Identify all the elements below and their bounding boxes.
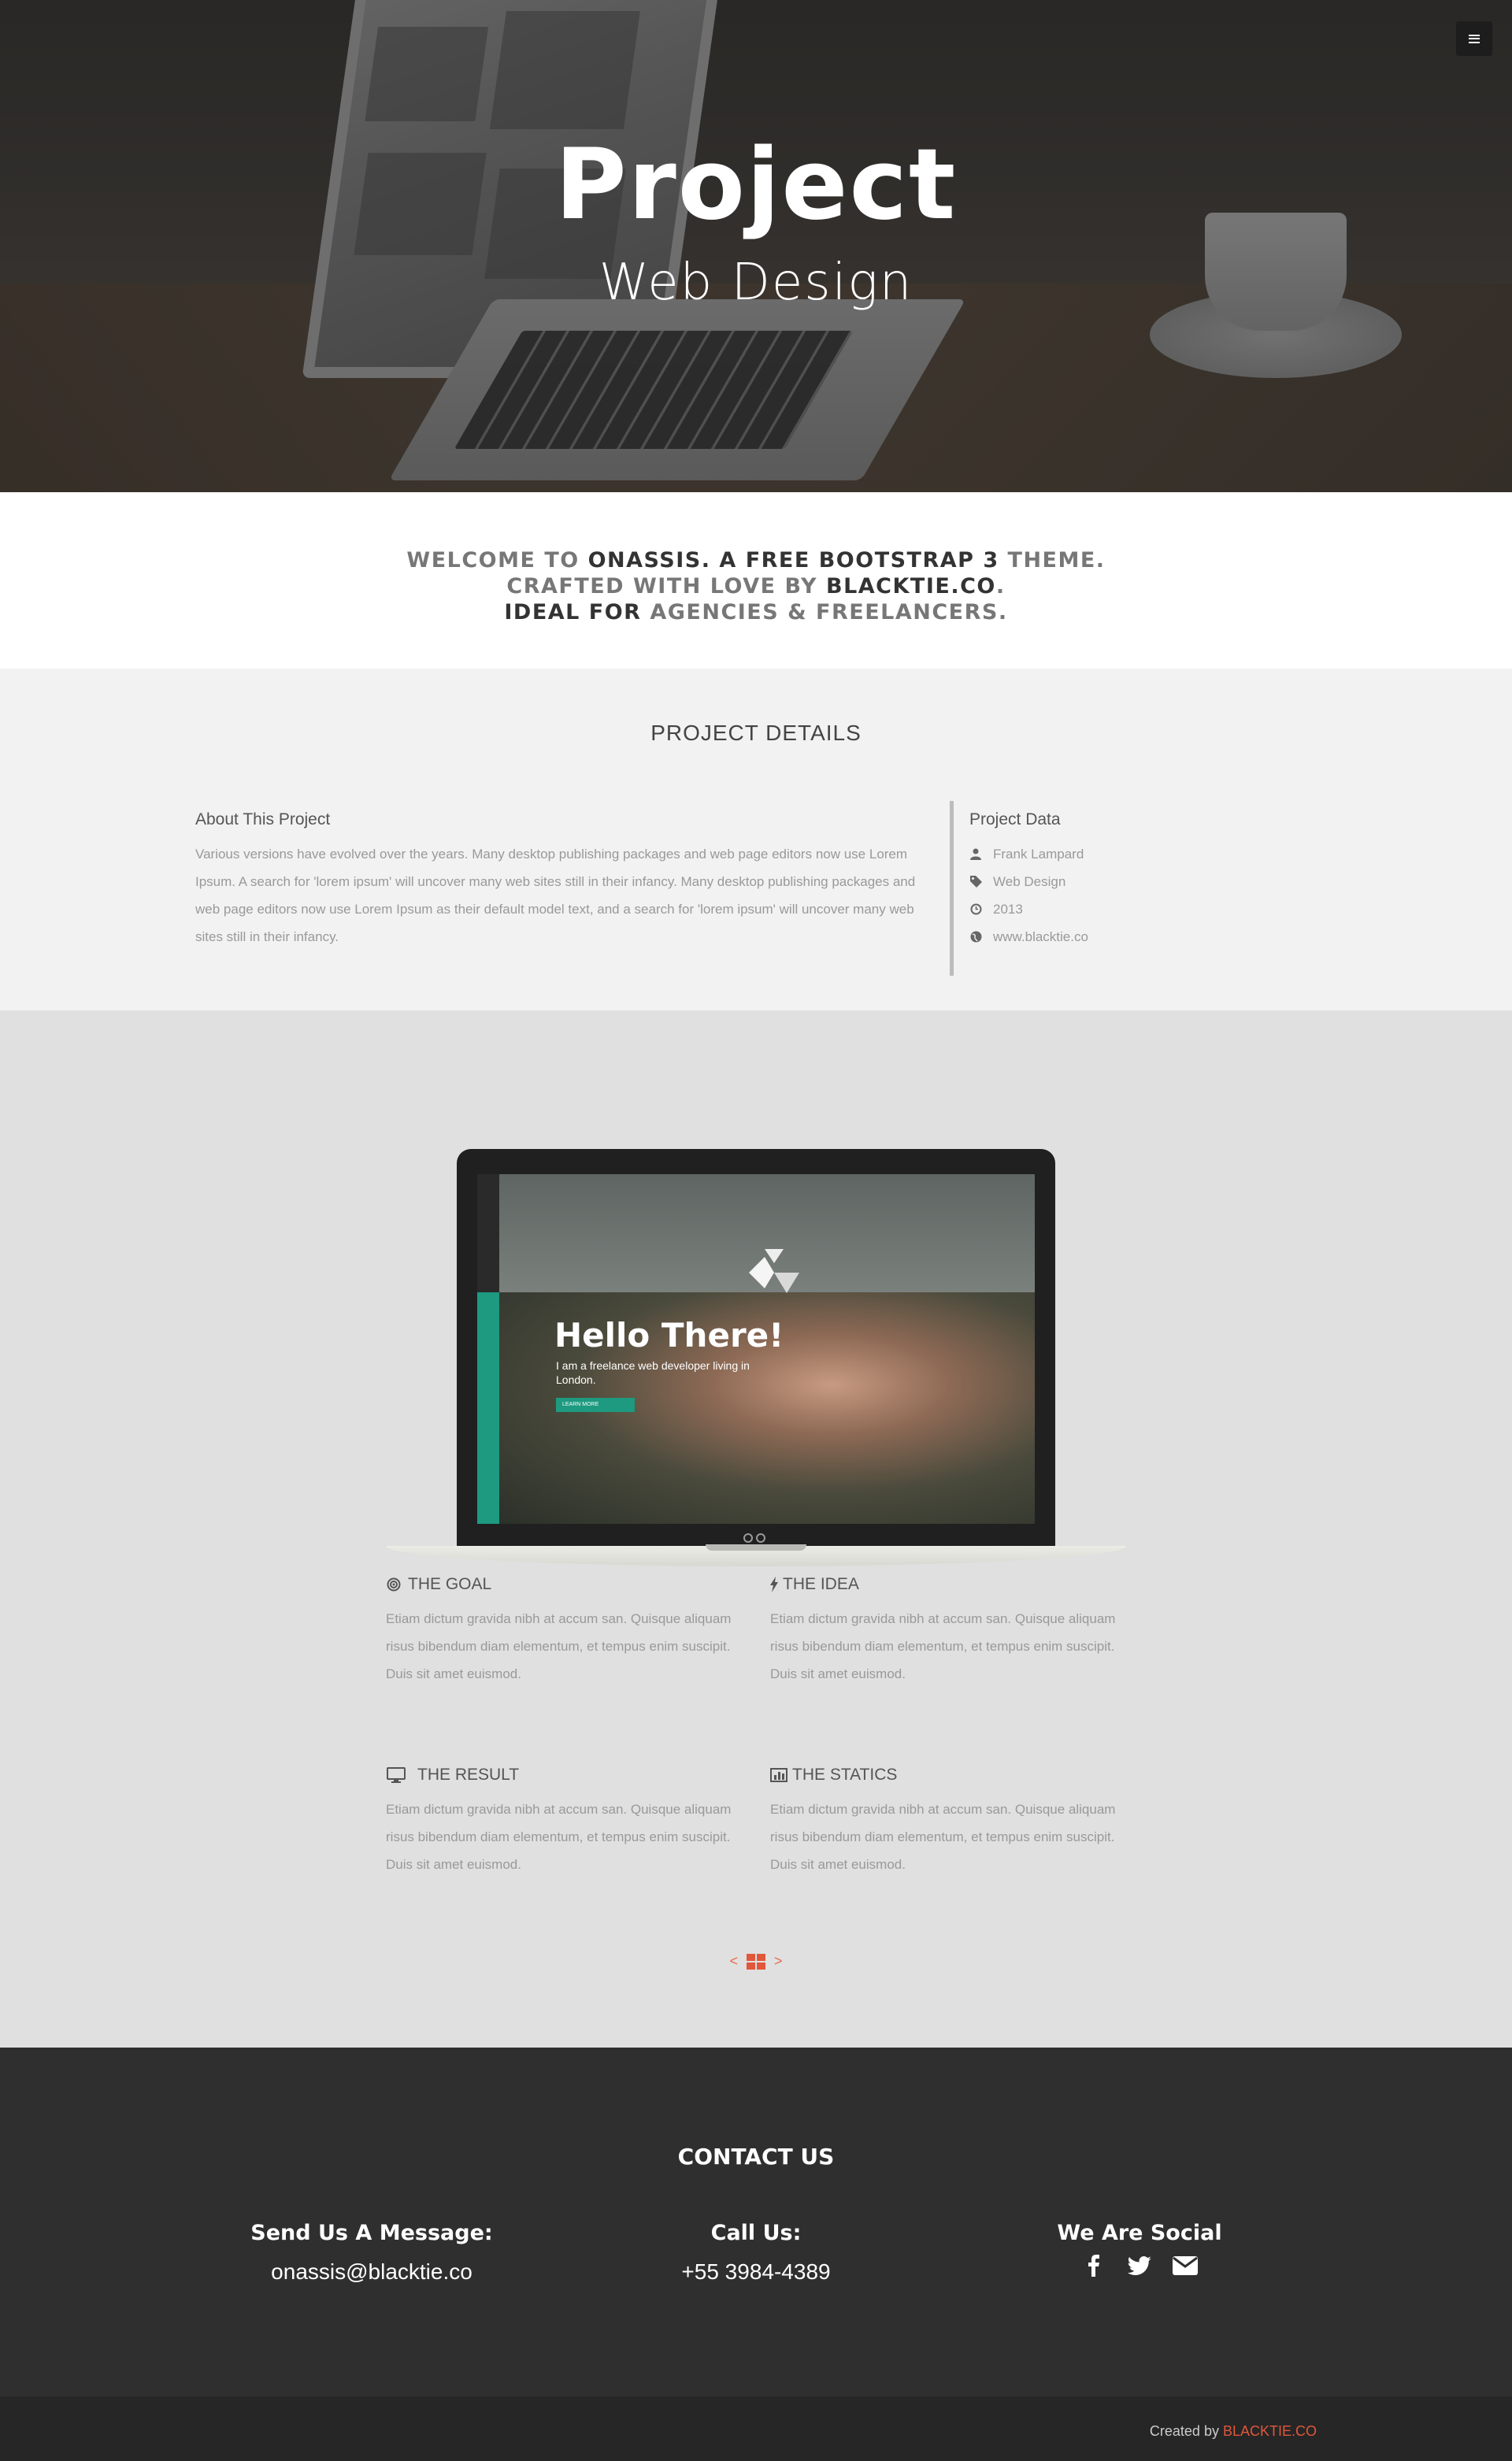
welcome-line-2: CRAFTED WITH LOVE BY BLACKTIE.CO. <box>0 573 1512 599</box>
carousel-dots[interactable] <box>743 1533 765 1543</box>
tag-icon <box>969 876 982 888</box>
desktop-icon <box>386 1767 406 1783</box>
logo-icon <box>749 1249 799 1293</box>
about-text: Various versions have evolved over the y… <box>195 847 916 944</box>
contact-title: CONTACT US <box>677 2144 835 2170</box>
welcome-text: . A <box>701 548 746 573</box>
feature-result: THE RESULT Etiam dictum gravida nibh at … <box>386 1766 740 1878</box>
feature-title-row: THE STATICS <box>770 1766 1125 1785</box>
envelope-icon[interactable] <box>1173 2253 1198 2278</box>
hero-title: Project <box>554 128 958 242</box>
welcome-line-3: IDEAL FOR AGENCIES & FREELANCERS. <box>0 599 1512 625</box>
feature-text: Etiam dictum gravida nibh at accum san. … <box>386 1802 732 1872</box>
welcome-highlight: FREE BOOTSTRAP 3 <box>745 548 999 573</box>
welcome-line-1: WELCOME TO ONASSIS. A FREE BOOTSTRAP 3 T… <box>0 547 1512 573</box>
feature-title-row: THE IDEA <box>770 1575 1125 1594</box>
footer: Created by BLACKTIE.CO <box>0 2396 1512 2461</box>
project-website-link[interactable]: www.blacktie.co <box>993 929 1088 945</box>
user-icon <box>969 848 982 861</box>
contact-message-column: Send Us A Message: onassis@blacktie.co <box>214 2221 529 2285</box>
carousel-dot[interactable] <box>743 1533 753 1543</box>
next-link[interactable]: > <box>774 1953 783 1969</box>
project-year: 2013 <box>993 901 1023 917</box>
call-heading: Call Us: <box>710 2221 802 2245</box>
project-data-row: Web Design <box>969 868 1088 895</box>
credit-link[interactable]: BLACKTIE.CO <box>1223 2423 1317 2439</box>
portfolio-pager: < > <box>0 1953 1512 1970</box>
feature-title: THE STATICS <box>792 1766 898 1784</box>
mock-accent-bar <box>477 1292 499 1524</box>
feature-statics: THE STATICS Etiam dictum gravida nibh at… <box>770 1766 1125 1878</box>
feature-title: THE RESULT <box>417 1766 520 1784</box>
social-heading: We Are Social <box>1057 2221 1222 2245</box>
section-title: PROJECT DETAILS <box>650 721 862 745</box>
menu-icon <box>1469 34 1480 43</box>
welcome-text: AGENCIES & FREELANCERS. <box>641 600 1008 625</box>
project-details-section: PROJECT DETAILS About This Project Vario… <box>0 669 1512 1010</box>
contact-section: CONTACT US Send Us A Message: onassis@bl… <box>0 2048 1512 2396</box>
credit-text: Created by <box>1149 2423 1223 2439</box>
project-client: Frank Lampard <box>993 846 1084 862</box>
portfolio-section: Hello There! I am a freelance web develo… <box>0 1010 1512 2048</box>
about-project: About This Project Various versions have… <box>195 810 939 951</box>
bar-chart-icon <box>770 1767 788 1783</box>
project-data-heading: Project Data <box>969 810 1061 828</box>
feature-text: Etiam dictum gravida nibh at accum san. … <box>386 1611 732 1681</box>
bolt-icon <box>770 1577 778 1592</box>
email-link[interactable]: onassis@blacktie.co <box>214 2259 529 2285</box>
feature-title: THE IDEA <box>783 1575 859 1593</box>
menu-button[interactable] <box>1456 21 1492 56</box>
welcome-text: . <box>995 574 1006 599</box>
feature-text: Etiam dictum gravida nibh at accum san. … <box>770 1611 1116 1681</box>
footer-credit: Created by BLACKTIE.CO <box>1150 2423 1317 2440</box>
project-data-row: www.blacktie.co <box>969 923 1088 951</box>
welcome-section: WELCOME TO ONASSIS. A FREE BOOTSTRAP 3 T… <box>0 492 1512 669</box>
feature-idea: THE IDEA Etiam dictum gravida nibh at ac… <box>770 1575 1125 1688</box>
feature-text: Etiam dictum gravida nibh at accum san. … <box>770 1802 1116 1872</box>
project-data: Project Data Frank Lampard Web Design 20… <box>950 801 1088 976</box>
contact-social-column: We Are Social <box>982 2221 1297 2278</box>
about-heading: About This Project <box>195 810 331 828</box>
welcome-highlight: IDEAL FOR <box>504 600 642 625</box>
grid-icon[interactable] <box>747 1954 765 1970</box>
author-name: BLACKTIE.CO <box>826 574 996 599</box>
clock-icon <box>969 903 982 916</box>
welcome-text: WELCOME TO <box>406 548 588 573</box>
feature-title-row: THE GOAL <box>386 1575 740 1594</box>
mock-hello-subtitle: I am a freelance web developer living in… <box>556 1359 750 1386</box>
phone-number: +55 3984-4389 <box>681 2259 831 2284</box>
facebook-icon[interactable] <box>1081 2253 1106 2278</box>
laptop-notch <box>706 1544 806 1551</box>
prev-link[interactable]: < <box>729 1953 738 1969</box>
project-category: Web Design <box>993 873 1066 889</box>
globe-icon <box>969 931 982 943</box>
mock-learn-more-button: LEARN MORE <box>556 1398 635 1412</box>
hero-section: Project Web Design <box>0 0 1512 492</box>
contact-call-column: Call Us: +55 3984-4389 <box>598 2221 914 2285</box>
laptop-mockup: Hello There! I am a freelance web develo… <box>386 1080 1126 1566</box>
brand-name: ONASSIS <box>587 548 702 573</box>
mock-hello-heading: Hello There! <box>554 1316 784 1355</box>
welcome-text: CRAFTED WITH LOVE BY <box>506 574 826 599</box>
welcome-text: THEME. <box>999 548 1106 573</box>
project-data-row: 2013 <box>969 895 1088 923</box>
hero-subtitle: Web Design <box>598 254 914 312</box>
target-icon <box>386 1577 402 1592</box>
twitter-icon[interactable] <box>1127 2253 1152 2278</box>
hero-overlay <box>0 0 1512 492</box>
project-data-row: Frank Lampard <box>969 840 1088 868</box>
feature-title: THE GOAL <box>408 1575 492 1593</box>
feature-title-row: THE RESULT <box>386 1766 740 1785</box>
feature-goal: THE GOAL Etiam dictum gravida nibh at ac… <box>386 1575 740 1688</box>
carousel-dot[interactable] <box>756 1533 765 1543</box>
social-links <box>982 2253 1297 2278</box>
message-heading: Send Us A Message: <box>250 2221 493 2245</box>
